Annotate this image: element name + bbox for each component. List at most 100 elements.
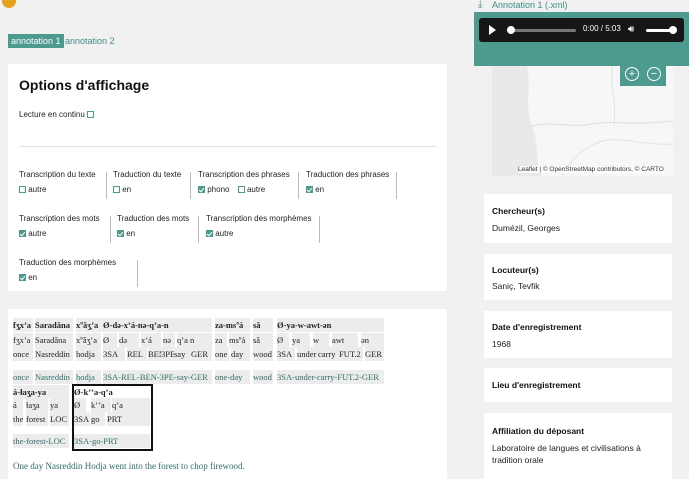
morpheme-gloss: 3SA (277, 347, 295, 361)
group-label: Transcription des mots (19, 214, 100, 223)
checkbox-text-translation-en[interactable] (113, 186, 120, 193)
morpheme-gloss: day (231, 347, 250, 361)
seek-handle[interactable] (507, 26, 515, 34)
map-attribution[interactable]: Leaflet | © OpenStreetMap contributors, … (518, 166, 664, 173)
word[interactable]: á-ɫaʒ̣a-ya (13, 385, 69, 399)
selected-word-box[interactable] (72, 384, 153, 451)
group-separator (298, 172, 299, 199)
group-separator (190, 172, 191, 199)
word-gloss: once (13, 370, 33, 384)
group-morpheme-transcription: Transcription des morphèmes autre (206, 214, 312, 238)
group-sentence-transcription: Transcription des phrases phono autre (198, 170, 290, 194)
zoom-in-icon[interactable]: + (625, 67, 639, 81)
continuous-play-checkbox[interactable] (87, 111, 95, 118)
group-separator (110, 216, 111, 243)
morpheme-gloss: Nasreddin (35, 347, 73, 361)
app-logo (2, 0, 16, 8)
morpheme-gloss: one (215, 347, 229, 361)
word-gloss: 3SA-REL-BEN-3PE-say-GER (103, 370, 212, 384)
morpheme-gloss: under (297, 347, 319, 361)
morpheme-form-row-2: á ɫaʒ̣a ya Ø kʼʼa qʼa (0, 398, 447, 412)
checkbox-word-transcription-autre[interactable] (19, 230, 26, 237)
checkbox-morpheme-transcription-autre[interactable] (206, 230, 213, 237)
morpheme-gloss: REL (127, 347, 147, 361)
morpheme: á (13, 398, 23, 412)
group-separator (106, 172, 107, 199)
word-transcription-row-2: á-ɫaʒ̣a-ya Ø-kʼʼa-qʼa (0, 385, 447, 399)
morpheme-gloss: LOC (50, 412, 69, 426)
continuous-play-label: Lecture en continu (19, 110, 85, 119)
morpheme: ya (292, 333, 310, 347)
checkbox-sentence-autre[interactable] (237, 186, 245, 193)
morpheme-gloss: forest (26, 412, 48, 426)
group-separator (319, 216, 320, 243)
play-icon[interactable] (489, 25, 496, 35)
morpheme: msºá (229, 333, 250, 347)
word[interactable]: fʒ̣xʼa (13, 318, 33, 332)
word[interactable]: Ø-ya-w-awt-ən (277, 318, 384, 332)
morpheme-gloss: once (13, 347, 33, 361)
card-value: 1968 (492, 339, 511, 349)
morpheme-gloss: wood (253, 347, 273, 361)
word-gloss: the-forest-LOC (13, 434, 69, 448)
zoom-out-icon[interactable]: − (647, 67, 661, 81)
checkbox-word-translation-en[interactable] (117, 230, 124, 237)
morpheme: ɫaʒ̣a (26, 398, 48, 412)
group-text-translation: Traduction du texte en (113, 170, 181, 194)
word-gloss: Nasreddin (35, 370, 73, 384)
card-key: Locuteur(s) (492, 265, 539, 275)
morpheme: xʼá (141, 333, 161, 347)
card-key: Lieu d'enregistrement (492, 380, 581, 390)
option-label: en (28, 273, 38, 282)
word[interactable]: Saradǎna (35, 318, 73, 332)
group-label: Traduction des phrases (306, 170, 390, 179)
morpheme: sǎ (253, 333, 273, 347)
morpheme-gloss-row: once Nasreddin hodja 3SA REL BEN 3PE say… (0, 347, 447, 361)
morpheme: ən (361, 333, 384, 347)
morpheme-gloss: say (174, 347, 192, 361)
morpheme: Ø (277, 333, 289, 347)
option-label: autre (28, 185, 47, 194)
card-researcher: Chercheur(s) Dumézil, Georges (484, 194, 672, 243)
group-separator (198, 216, 199, 243)
player-time: 0:00 / 5:03 (583, 24, 621, 33)
seek-bar[interactable] (510, 29, 576, 32)
morpheme-gloss: GER (191, 347, 212, 361)
volume-icon[interactable]: 🔊︎ (628, 24, 634, 35)
card-value: Dumézil, Georges (492, 223, 561, 233)
word[interactable]: za-msºá (215, 318, 250, 332)
card-key: Chercheur(s) (492, 206, 545, 216)
group-label: Traduction du texte (113, 170, 182, 179)
checkbox-morpheme-translation-en[interactable] (19, 274, 26, 281)
volume-handle[interactable] (669, 26, 677, 34)
option-label: phono (207, 185, 230, 194)
morpheme-gloss: the (13, 412, 24, 426)
morpheme: awt (332, 333, 358, 347)
word[interactable]: sǎ (253, 318, 273, 332)
morpheme: za (215, 333, 227, 347)
morpheme: fʒ̣xʼa (13, 333, 33, 347)
option-label: autre (28, 229, 47, 238)
tab-annotation-2[interactable]: annotation 2 (62, 34, 118, 48)
tab-annotation-1[interactable]: annotation 1 (8, 34, 64, 48)
group-word-transcription: Transcription des mots autre (19, 214, 100, 238)
group-label: Transcription des phrases (198, 170, 290, 179)
continuous-play-option[interactable]: Lecture en continu (19, 110, 95, 119)
morpheme: qʼa n (177, 333, 212, 347)
checkbox-sentence-phono[interactable] (198, 186, 205, 193)
morpheme-gloss: GER (365, 347, 384, 361)
download-annotation-link[interactable]: Annotation 1 (.xml) (492, 0, 568, 10)
card-recording-date: Date d'enregistrement 1968 (484, 311, 672, 358)
morpheme-gloss: hodja (76, 347, 101, 361)
download-icon[interactable]: ⤓ (478, 0, 482, 10)
option-label: autre (215, 229, 234, 238)
morpheme-gloss: 3SA (103, 347, 125, 361)
morpheme: ya (50, 398, 69, 412)
morpheme-gloss-row-2: the forest LOC 3SA go PRT (0, 412, 447, 426)
option-label: en (315, 185, 325, 194)
card-key: Date d'enregistrement (492, 322, 582, 332)
morpheme-form-row: fʒ̣xʼa Saradǎna xºǎʒ̣ʼa Ø də xʼá nə qʼa … (0, 333, 447, 347)
checkbox-text-transcription-autre[interactable] (19, 186, 26, 193)
checkbox-sentence-translation-en[interactable] (306, 186, 313, 193)
word[interactable]: Ø-də-xʼá-nə-qʼa-n (103, 318, 169, 332)
